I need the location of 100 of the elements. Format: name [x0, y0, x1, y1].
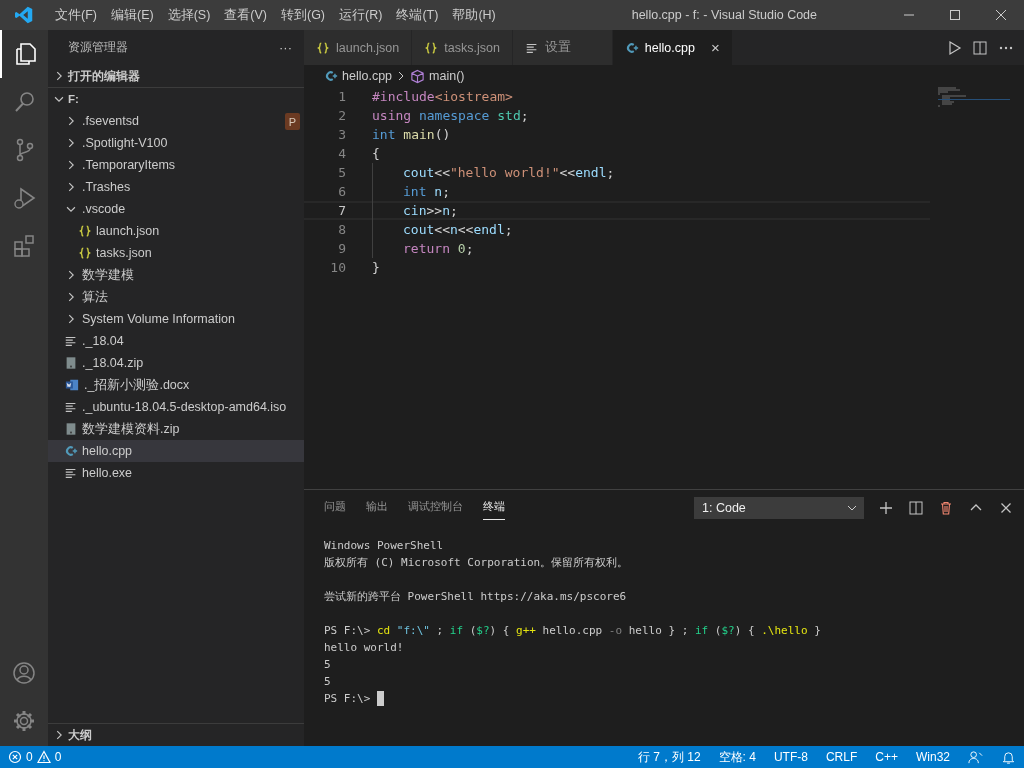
code-line: int main()	[372, 127, 451, 142]
c-plus-icon	[624, 40, 639, 55]
line-number: 3	[337, 127, 346, 142]
sidebar-title: 资源管理器	[68, 40, 128, 55]
c-plus-icon	[64, 444, 78, 458]
line-number: 2	[337, 108, 346, 123]
lines-icon	[64, 334, 78, 348]
terminal-line: Windows PowerShell	[324, 538, 444, 554]
menu-item[interactable]: 终端(T)	[389, 6, 446, 24]
menu-item[interactable]: 转到(G)	[274, 6, 333, 24]
split-editor-icon[interactable]	[972, 39, 988, 56]
code-line: {	[372, 146, 380, 161]
code-line: }	[372, 260, 380, 275]
braces-icon	[78, 246, 92, 260]
feedback-icon[interactable]	[968, 749, 983, 765]
tree-item[interactable]: .vscode	[48, 198, 304, 220]
panel-tab[interactable]: 问题	[324, 495, 346, 520]
tree-item[interactable]: launch.json	[48, 220, 304, 242]
editor-tab[interactable]: hello.cpp ×	[612, 30, 733, 65]
menu-item[interactable]: 选择(S)	[160, 6, 218, 24]
code-line: cin>>n;	[403, 203, 458, 218]
terminal-select[interactable]: 1: Code	[694, 496, 864, 519]
tree-item[interactable]: .Trashes	[48, 176, 304, 198]
breadcrumb-item[interactable]: main()	[410, 68, 465, 84]
tree-item[interactable]: ._招新小测验.docx	[48, 374, 304, 396]
code-line: cout<<"hello world!"<<endl;	[403, 165, 615, 180]
terminal-line: 5	[324, 657, 331, 673]
split-terminal-icon[interactable]	[908, 499, 924, 516]
code-line: #include<iostream>	[372, 89, 513, 104]
plus-icon[interactable]	[878, 499, 894, 516]
tree-item[interactable]: ._18.04.zip	[48, 352, 304, 374]
tree-item[interactable]: ._18.04	[48, 330, 304, 352]
close-tab-icon[interactable]: ×	[710, 39, 720, 56]
archive-icon	[64, 422, 78, 436]
status-item[interactable]: Win32	[916, 750, 950, 764]
braces-icon	[316, 40, 330, 55]
tree-item[interactable]: 算法	[48, 286, 304, 308]
tree-item[interactable]: .Spotlight-V100	[48, 132, 304, 154]
app-logo-icon	[15, 6, 33, 24]
menu-item[interactable]: 文件(F)	[48, 6, 104, 24]
line-number: 4	[337, 146, 346, 161]
status-item[interactable]: 行 7，列 12	[637, 748, 701, 766]
code-line: int n;	[403, 184, 450, 199]
tree-item[interactable]: hello.exe	[48, 462, 304, 484]
status-item[interactable]: CRLF	[825, 750, 858, 764]
error-icon[interactable]	[8, 750, 22, 764]
bell-icon[interactable]	[1001, 749, 1016, 765]
menu-item[interactable]: 运行(R)	[332, 6, 390, 24]
panel-tab[interactable]: 调试控制台	[408, 495, 463, 520]
trash-icon[interactable]	[938, 499, 954, 516]
line-number: 5	[337, 165, 346, 180]
section-header[interactable]: 大纲	[68, 727, 92, 743]
section-header[interactable]: F:	[68, 93, 79, 105]
terminal-line: 尝试新的跨平台 PowerShell https://aka.ms/pscore6	[324, 589, 627, 605]
play-icon[interactable]	[946, 39, 962, 56]
tree-item[interactable]: tasks.json	[48, 242, 304, 264]
braces-icon	[78, 224, 92, 238]
more-actions[interactable]: ···	[279, 40, 292, 55]
editor-tab[interactable]: 设置	[512, 30, 613, 65]
tree-item[interactable]: 数学建模资料.zip	[48, 418, 304, 440]
terminal-line: PS F:\> cd "f:\" ; if ($?) { g++ hello.cpp -o hello } ; if ($?) { .\hello }	[324, 623, 821, 639]
error-count[interactable]: 0	[26, 750, 33, 764]
code-line: using namespace std;	[372, 108, 529, 123]
menu-item[interactable]: 查看(V)	[217, 6, 274, 24]
terminal-line: 5	[324, 674, 331, 690]
panel-tab[interactable]: 终端	[483, 495, 505, 520]
tree-item[interactable]: hello.cpp	[48, 440, 304, 462]
editor-tab[interactable]: tasks.json	[412, 30, 513, 65]
menu-item[interactable]: 编辑(E)	[103, 6, 161, 24]
code-line: cout<<n<<endl;	[403, 222, 513, 237]
status-item[interactable]: C++	[875, 750, 898, 764]
lines-icon	[64, 466, 78, 480]
warning-count[interactable]: 0	[54, 750, 62, 764]
window-title: hello.cpp - f: - Visual Studio Code	[630, 8, 818, 22]
tree-item[interactable]: System Volume Information	[48, 308, 304, 330]
tree-item[interactable]: ._ubuntu-18.04.5-desktop-amd64.iso	[48, 396, 304, 418]
lines-icon	[64, 400, 78, 414]
tree-item[interactable]: .fseventsd P	[48, 110, 304, 132]
line-number: 8	[337, 222, 346, 237]
menu-item[interactable]: 帮助(H)	[445, 6, 503, 24]
status-item[interactable]: UTF-8	[773, 750, 808, 764]
terminal-line: 版权所有 (C) Microsoft Corporation。保留所有权利。	[324, 555, 629, 571]
braces-icon	[424, 40, 439, 55]
section-header[interactable]: 打开的编辑器	[68, 68, 140, 84]
tree-item[interactable]: 数学建模	[48, 264, 304, 286]
code-line: return 0;	[403, 241, 474, 256]
line-number: 6	[337, 184, 346, 199]
editor-tab[interactable]: launch.json	[304, 30, 413, 65]
warning-icon[interactable]	[36, 750, 51, 764]
line-number: 7	[337, 203, 346, 218]
document-icon	[64, 378, 80, 392]
line-number: 1	[337, 89, 346, 104]
line-number: 9	[337, 241, 346, 256]
tree-item[interactable]: .TemporaryItems	[48, 154, 304, 176]
breadcrumb-item[interactable]: hello.cpp	[324, 69, 393, 83]
status-item[interactable]: 空格: 4	[718, 748, 756, 766]
panel-tab[interactable]: 输出	[366, 495, 388, 520]
terminal-line: PS F:\>	[324, 691, 372, 707]
badge: P	[285, 113, 300, 130]
archive-icon	[64, 356, 78, 370]
